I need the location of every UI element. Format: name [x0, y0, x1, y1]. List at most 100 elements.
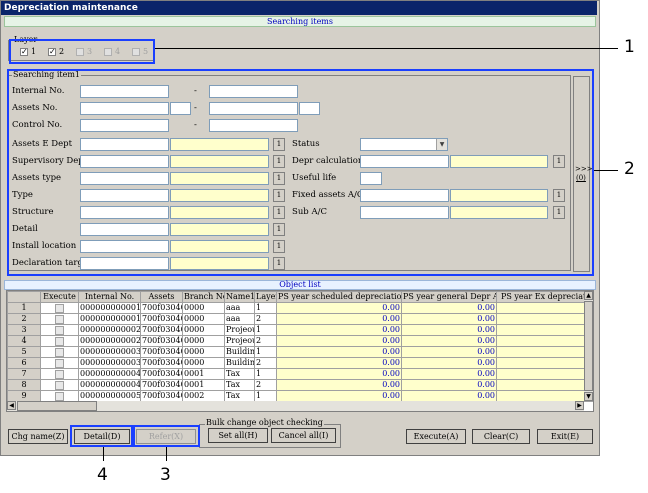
- fixed-assets-ac-input[interactable]: [360, 189, 449, 202]
- depr-calculation-input[interactable]: [360, 155, 449, 168]
- depr-calculation-lookup-button[interactable]: 1: [553, 155, 565, 168]
- column-header-ex-depr[interactable]: PS year Ex depreciation A: [496, 291, 593, 303]
- supervisory-dept-name-field: [170, 155, 269, 168]
- column-header-general-depr[interactable]: PS year general Depr Amt: [401, 291, 497, 303]
- ex-depr-cell: 0.: [496, 335, 593, 347]
- callout-line-3: [166, 447, 167, 461]
- scheduled-depr-cell: 0.00: [276, 357, 402, 369]
- horizontal-scroll-thumb[interactable]: [17, 401, 97, 411]
- fixed-assets-ac-lookup-button[interactable]: 1: [553, 189, 565, 202]
- assets-no-from-input[interactable]: [80, 102, 169, 115]
- sub-ac-lookup-button[interactable]: 1: [553, 206, 565, 219]
- execute-button[interactable]: Execute(A): [406, 429, 466, 444]
- assets-no-to-branch-input[interactable]: [299, 102, 320, 115]
- table-row[interactable]: 5 000000000003 700f030400 0000 Building …: [7, 346, 593, 358]
- detail-lookup-button[interactable]: 1: [273, 223, 285, 236]
- internal-no-cell: 000000000002: [78, 324, 141, 336]
- scroll-left-icon[interactable]: ◀: [7, 401, 16, 410]
- assets-type-name-field: [170, 172, 269, 185]
- column-header-execute[interactable]: Execute: [40, 291, 79, 303]
- execute-checkbox[interactable]: [40, 346, 79, 358]
- assets-no-from-branch-input[interactable]: [170, 102, 191, 115]
- table-row[interactable]: 7 000000000004 700f030400 0001 Tax 1 0.0…: [7, 368, 593, 380]
- detail-label: Detail: [12, 224, 38, 234]
- execute-checkbox[interactable]: [40, 335, 79, 347]
- exit-button[interactable]: Exit(E): [537, 429, 593, 444]
- callout-1: 1: [624, 37, 635, 57]
- table-row[interactable]: 1 000000000001 700f030400 0000 aaa 1 0.0…: [7, 302, 593, 314]
- vertical-scroll-thumb[interactable]: [584, 301, 593, 391]
- clear-button[interactable]: Clear(C): [472, 429, 530, 444]
- row-number: 9: [7, 390, 41, 402]
- install-location-lookup-button[interactable]: 1: [273, 240, 285, 253]
- chg-name-button[interactable]: Chg name(Z): [8, 429, 68, 444]
- supervisory-dept-input[interactable]: [80, 155, 169, 168]
- column-header-branch-no[interactable]: Branch No.: [182, 291, 225, 303]
- layer-1-checkbox[interactable]: ✓: [20, 48, 28, 56]
- scheduled-depr-cell: 0.00: [276, 368, 402, 380]
- general-depr-cell: 0.00: [401, 313, 497, 325]
- horizontal-scrollbar[interactable]: ◀ ▶: [7, 401, 584, 411]
- general-depr-cell: 0.00: [401, 324, 497, 336]
- type-lookup-button[interactable]: 1: [273, 189, 285, 202]
- execute-checkbox[interactable]: [40, 357, 79, 369]
- table-row[interactable]: 6 000000000003 700f030400 0000 Building …: [7, 357, 593, 369]
- layer-cell: 1: [254, 368, 277, 380]
- set-all-button[interactable]: Set all(H): [208, 428, 268, 443]
- column-header-assets[interactable]: Assets: [140, 291, 183, 303]
- useful-life-label: Useful life: [292, 173, 337, 183]
- expand-search-button[interactable]: >>> (0): [573, 76, 593, 272]
- execute-checkbox[interactable]: [40, 379, 79, 391]
- ex-depr-cell: 0.: [496, 357, 593, 369]
- internal-no-from-input[interactable]: [80, 85, 169, 98]
- execute-checkbox[interactable]: [40, 302, 79, 314]
- table-row[interactable]: 2 000000000001 700f030400 0000 aaa 2 0.0…: [7, 313, 593, 325]
- sub-ac-input[interactable]: [360, 206, 449, 219]
- control-no-from-input[interactable]: [80, 119, 169, 132]
- declaration-target-lookup-button[interactable]: 1: [273, 257, 285, 270]
- table-row[interactable]: 9 000000000005 700f030400 0002 Tax 1 0.0…: [7, 390, 593, 402]
- status-select[interactable]: ▼: [360, 138, 448, 151]
- type-input[interactable]: [80, 189, 169, 202]
- layer-cell: 1: [254, 302, 277, 314]
- structure-lookup-button[interactable]: 1: [273, 206, 285, 219]
- execute-checkbox[interactable]: [40, 324, 79, 336]
- execute-checkbox[interactable]: [40, 368, 79, 380]
- scroll-down-icon[interactable]: ▼: [584, 392, 593, 401]
- structure-input[interactable]: [80, 206, 169, 219]
- scroll-right-icon[interactable]: ▶: [575, 401, 584, 410]
- cancel-all-button[interactable]: Cancel all(I): [271, 428, 336, 443]
- scheduled-depr-cell: 0.00: [276, 390, 402, 402]
- table-row[interactable]: 4 000000000002 700f030400 0000 Projeou 2…: [7, 335, 593, 347]
- layer-cell: 1: [254, 390, 277, 402]
- internal-no-to-input[interactable]: [209, 85, 298, 98]
- install-location-input[interactable]: [80, 240, 169, 253]
- general-depr-cell: 0.00: [401, 302, 497, 314]
- row-number: 7: [7, 368, 41, 380]
- control-no-to-input[interactable]: [209, 119, 298, 132]
- searching-items-header[interactable]: Searching items: [4, 16, 596, 27]
- table-row[interactable]: 3 000000000002 700f030400 0000 Projeou 1…: [7, 324, 593, 336]
- assets-type-lookup-button[interactable]: 1: [273, 172, 285, 185]
- declaration-target-input[interactable]: [80, 257, 169, 270]
- assets-e-dept-input[interactable]: [80, 138, 169, 151]
- chevron-down-icon[interactable]: ▼: [436, 139, 447, 150]
- supervisory-dept-lookup-button[interactable]: 1: [273, 155, 285, 168]
- internal-no-cell: 000000000003: [78, 357, 141, 369]
- column-header-name1[interactable]: Name1: [224, 291, 255, 303]
- table-row[interactable]: 8 000000000004 700f030400 0001 Tax 2 0.0…: [7, 379, 593, 391]
- assets-e-dept-lookup-button[interactable]: 1: [273, 138, 285, 151]
- vertical-scrollbar[interactable]: ▲ ▼: [584, 291, 593, 401]
- execute-checkbox[interactable]: [40, 390, 79, 402]
- column-header-internal-no[interactable]: Internal No.: [78, 291, 141, 303]
- assets-no-to-input[interactable]: [209, 102, 298, 115]
- layer-2-checkbox[interactable]: ✓: [48, 48, 56, 56]
- execute-checkbox[interactable]: [40, 313, 79, 325]
- scroll-up-icon[interactable]: ▲: [584, 291, 593, 300]
- column-header-layer[interactable]: Layer: [254, 291, 277, 303]
- object-list-grid[interactable]: Execute Internal No. Assets Branch No. N…: [6, 290, 594, 412]
- detail-input[interactable]: [80, 223, 169, 236]
- useful-life-input[interactable]: [360, 172, 382, 185]
- assets-type-input[interactable]: [80, 172, 169, 185]
- column-header-scheduled-depr[interactable]: PS year scheduled depreciation Amt: [276, 291, 402, 303]
